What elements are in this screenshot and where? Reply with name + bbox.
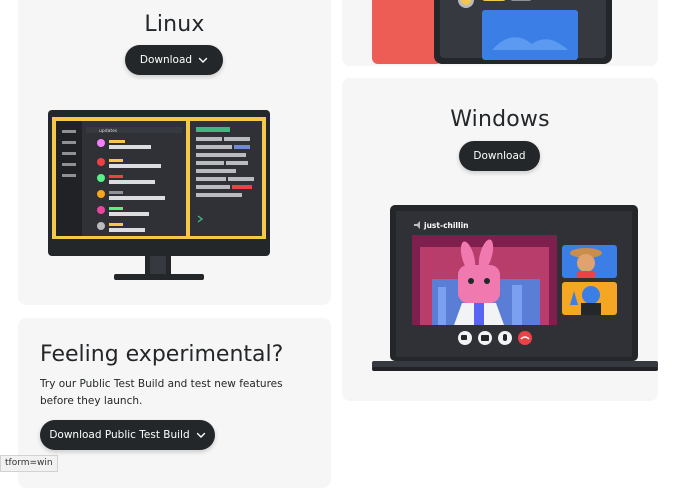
svg-text:updates: updates <box>99 128 118 134</box>
hangup-icon <box>518 331 532 345</box>
windows-download-button[interactable]: Download <box>459 141 540 171</box>
windows-laptop-illustration: just-chillin <box>372 205 658 371</box>
windows-download-label: Download <box>473 150 526 162</box>
linux-download-button[interactable]: Download <box>125 45 223 75</box>
experimental-description: Try our Public Test Build and test new f… <box>40 378 283 407</box>
phone-illustration <box>372 0 612 64</box>
voice-channel-label: just-chillin <box>423 221 468 230</box>
linux-download-label: Download <box>139 54 193 66</box>
linux-title: Linux <box>144 12 205 37</box>
status-bar: tform=win <box>0 455 58 472</box>
linux-card: Linux Download updates <box>18 0 331 305</box>
chevron-down-icon <box>196 432 205 438</box>
experimental-card: Feeling experimental? Try our Public Tes… <box>18 318 331 488</box>
experimental-title: Feeling experimental? <box>40 342 284 367</box>
ptb-download-button[interactable]: Download Public Test Build <box>40 420 215 450</box>
windows-title: Windows <box>450 107 550 132</box>
chevron-down-icon <box>198 57 208 63</box>
top-card-partial <box>342 0 658 66</box>
ptb-download-label: Download Public Test Build <box>49 429 190 441</box>
windows-card: Windows Download just-chillin <box>342 78 658 401</box>
linux-monitor-illustration: updates <box>48 110 270 280</box>
